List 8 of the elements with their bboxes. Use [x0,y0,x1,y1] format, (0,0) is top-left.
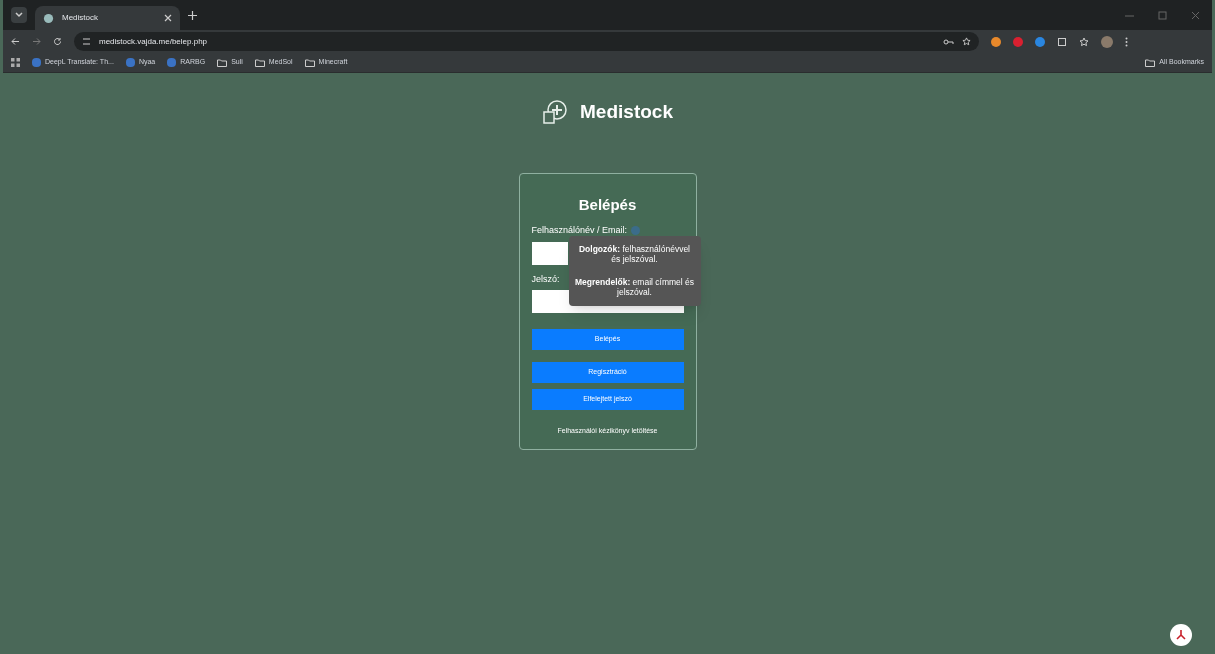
tooltip-text: Megrendelők: email címmel és jelszóval. [574,276,695,298]
login-title: Belépés [577,194,638,215]
tab-title: Medistock [62,12,99,24]
url-text: medistock.vajda.me/belep.php [99,35,209,48]
tooltip-text: Dolgozók: felhasználónévvel és jelszóval. [578,243,691,265]
field-label: Jelszó: [531,272,560,286]
brand-title: Medistock [580,100,673,124]
field-label: Felhasználónév / Email: [531,224,628,237]
